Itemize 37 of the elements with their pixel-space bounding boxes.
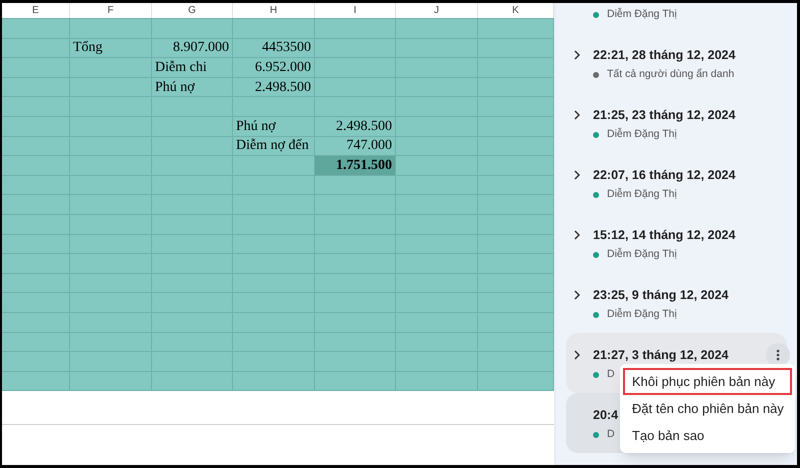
chevron-icon[interactable]	[574, 350, 580, 360]
menu-item[interactable]: Khôi phục phiên bản này	[623, 368, 792, 395]
version-author: Diễm Đặng Thị	[607, 127, 677, 142]
table-cell-text: 4453500	[261, 39, 312, 58]
table-cell-text: 6.952.000	[254, 58, 312, 77]
chevron-icon[interactable]	[574, 290, 580, 300]
more-options-icon	[776, 349, 780, 361]
version-time: 20:4	[593, 406, 618, 424]
version-time: 22:07, 16 tháng 12, 2024	[593, 166, 736, 184]
version-author: Diễm Đặng Thị	[607, 7, 677, 22]
table-cell-text: Phú nợ	[154, 78, 196, 96]
version-author: Diễm Đặng Thị	[607, 247, 677, 262]
table-cell: 1.751.500	[315, 156, 395, 175]
version-time: 22:21, 28 tháng 12, 2024	[593, 46, 736, 64]
table-cell-text: Diễm chi	[154, 58, 208, 77]
version-author: Tất cả người dùng ẩn danh	[607, 67, 734, 82]
table-cell-text: 8.907.000	[172, 39, 230, 58]
menu-item[interactable]: Tạo bản sao	[623, 422, 792, 449]
version-time: 21:25, 23 tháng 12, 2024	[593, 106, 736, 124]
chevron-icon[interactable]	[574, 50, 580, 60]
chevron-icon[interactable]	[574, 110, 580, 120]
version-author: D	[607, 367, 615, 382]
table-cell-text: 2.498.500	[335, 118, 393, 136]
table-cell-text: Phú nợ	[235, 118, 277, 136]
menu-item[interactable]: Đặt tên cho phiên bản này	[623, 395, 792, 422]
chevron-icon[interactable]	[574, 230, 580, 240]
table-cell-text: 2.498.500	[254, 78, 312, 96]
version-author: Diễm Đặng Thị	[607, 187, 677, 202]
version-time: 23:25, 9 tháng 12, 2024	[593, 286, 728, 304]
version-author: D	[607, 427, 615, 442]
version-time: 15:12, 14 tháng 12, 2024	[593, 226, 736, 244]
table-cell-text: 747.000	[346, 137, 393, 156]
table-cell-text: Tổng	[72, 39, 104, 58]
version-author: Diễm Đặng Thị	[607, 307, 677, 322]
table-cell-text: Diễm nợ đến	[235, 137, 310, 156]
chevron-icon[interactable]	[574, 170, 580, 180]
version-time: 21:27, 3 tháng 12, 2024	[593, 346, 728, 364]
